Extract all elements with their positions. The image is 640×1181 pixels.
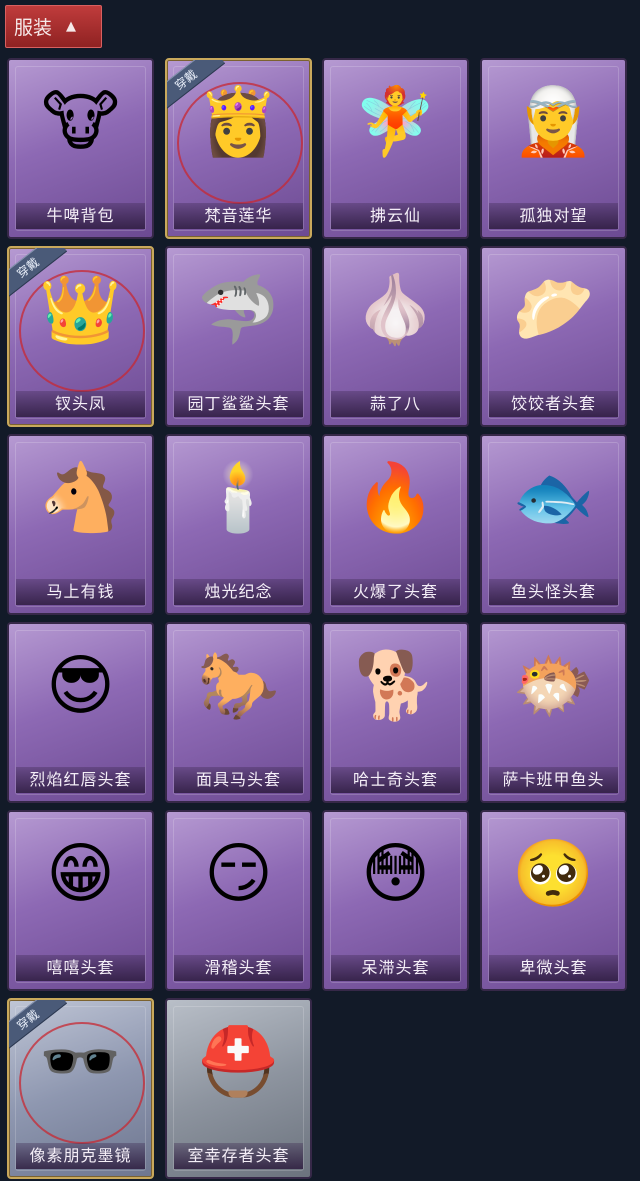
garlic-icon: 🧄 [354, 271, 437, 348]
phoenix-crown-girl-icon: 👑 [39, 271, 122, 348]
fish-head-mask-icon: 🐟 [512, 459, 595, 536]
candle-icon: 🕯️ [197, 459, 280, 536]
outfit-name: 卑微头套 [489, 955, 618, 981]
pixel-sunglasses-icon: 🕶️ [39, 1023, 122, 1100]
outfit-card[interactable]: 🐎 面具马头套 [165, 622, 312, 803]
outfit-name: 哈士奇头套 [331, 767, 460, 793]
outfit-card[interactable]: 🐟 鱼头怪头套 [480, 434, 627, 615]
outfit-name: 梵音莲华 [174, 203, 303, 229]
outfit-card[interactable]: 🥟 饺饺者头套 [480, 246, 627, 427]
dumpling-head-icon: 🥟 [512, 271, 595, 348]
outfit-card[interactable]: 😎 烈焰红唇头套 [7, 622, 154, 803]
outfit-name: 面具马头套 [174, 767, 303, 793]
gas-mask-helmet-icon: ⛑️ [197, 1023, 280, 1100]
outfit-name: 嘻嘻头套 [16, 955, 145, 981]
lonely-gaze-charm-icon: 🧝 [512, 83, 595, 160]
outfit-card[interactable]: 😏 滑稽头套 [165, 810, 312, 991]
outfit-card[interactable]: 🐮 牛啤背包 [7, 58, 154, 239]
fireball-head-icon: 🔥 [354, 459, 437, 536]
outfit-card[interactable]: 🧝 孤独对望 [480, 58, 627, 239]
outfit-grid: 🐮 牛啤背包 👸 穿戴 梵音莲华 🧚 拂云仙 🧝 孤独对望 👑 穿戴 钗头凤 🦈 园丁鲨鲨头套 🧄 蒜了八 🥟 饺… [0, 0, 640, 1181]
outfit-card[interactable]: 👑 穿戴 钗头凤 [7, 246, 154, 427]
outfit-name: 呆滞头套 [331, 955, 460, 981]
outfit-name: 园丁鲨鲨头套 [174, 391, 303, 417]
outfit-name: 孤独对望 [489, 203, 618, 229]
cow-beer-barrel-icon: 🐮 [41, 83, 120, 160]
lotus-girl-icon: 👸 [197, 83, 280, 160]
outfit-card[interactable]: 🕶️ 穿戴 像素朋克墨镜 [7, 998, 154, 1179]
blank-stare-emoji-head-icon: 😳 [361, 835, 430, 912]
sacabambaspis-icon: 🐡 [512, 647, 595, 724]
outfit-name: 烛光纪念 [174, 579, 303, 605]
outfit-card[interactable]: 🐴 马上有钱 [7, 434, 154, 615]
outfit-name: 烈焰红唇头套 [16, 767, 145, 793]
outfit-name: 火爆了头套 [331, 579, 460, 605]
outfit-name: 饺饺者头套 [489, 391, 618, 417]
outfit-name: 滑稽头套 [174, 955, 303, 981]
outfit-name: 马上有钱 [16, 579, 145, 605]
outfit-name: 鱼头怪头套 [489, 579, 618, 605]
gardener-shark-icon: 🦈 [197, 271, 280, 348]
outfit-card[interactable]: 🐕 哈士奇头套 [322, 622, 469, 803]
yellow-rodent-mask-icon: 😎 [46, 647, 115, 724]
outfit-name: 室幸存者头套 [174, 1143, 303, 1169]
outfit-card[interactable]: 🕯️ 烛光纪念 [165, 434, 312, 615]
outfit-card[interactable]: 👸 穿戴 梵音莲华 [165, 58, 312, 239]
outfit-card[interactable]: 🐡 萨卡班甲鱼头 [480, 622, 627, 803]
funny-emoji-head-icon: 😏 [204, 835, 273, 912]
outfit-card[interactable]: 🥺 卑微头套 [480, 810, 627, 991]
outfit-card[interactable]: 🦈 园丁鲨鲨头套 [165, 246, 312, 427]
outfit-card[interactable]: 🧚 拂云仙 [322, 58, 469, 239]
outfit-card[interactable]: 😁 嘻嘻头套 [7, 810, 154, 991]
outfit-card[interactable]: 🧄 蒜了八 [322, 246, 469, 427]
outfit-name: 钗头凤 [16, 391, 145, 417]
grin-emoji-head-icon: 😁 [46, 835, 115, 912]
cloud-immortal-charm-icon: 🧚 [354, 83, 437, 160]
horse-mask-icon: 🐎 [197, 647, 280, 724]
outfit-card[interactable]: ⛑️ 室幸存者头套 [165, 998, 312, 1179]
outfit-name: 牛啤背包 [16, 203, 145, 229]
humble-emoji-head-icon: 🥺 [512, 835, 595, 912]
outfit-name: 拂云仙 [331, 203, 460, 229]
outfit-name: 萨卡班甲鱼头 [489, 767, 618, 793]
red-horse-icon: 🐴 [39, 459, 122, 536]
outfit-name: 像素朋克墨镜 [16, 1143, 145, 1169]
outfit-card[interactable]: 😳 呆滞头套 [322, 810, 469, 991]
outfit-name: 蒜了八 [331, 391, 460, 417]
husky-mask-icon: 🐕 [354, 647, 437, 724]
outfit-card[interactable]: 🔥 火爆了头套 [322, 434, 469, 615]
